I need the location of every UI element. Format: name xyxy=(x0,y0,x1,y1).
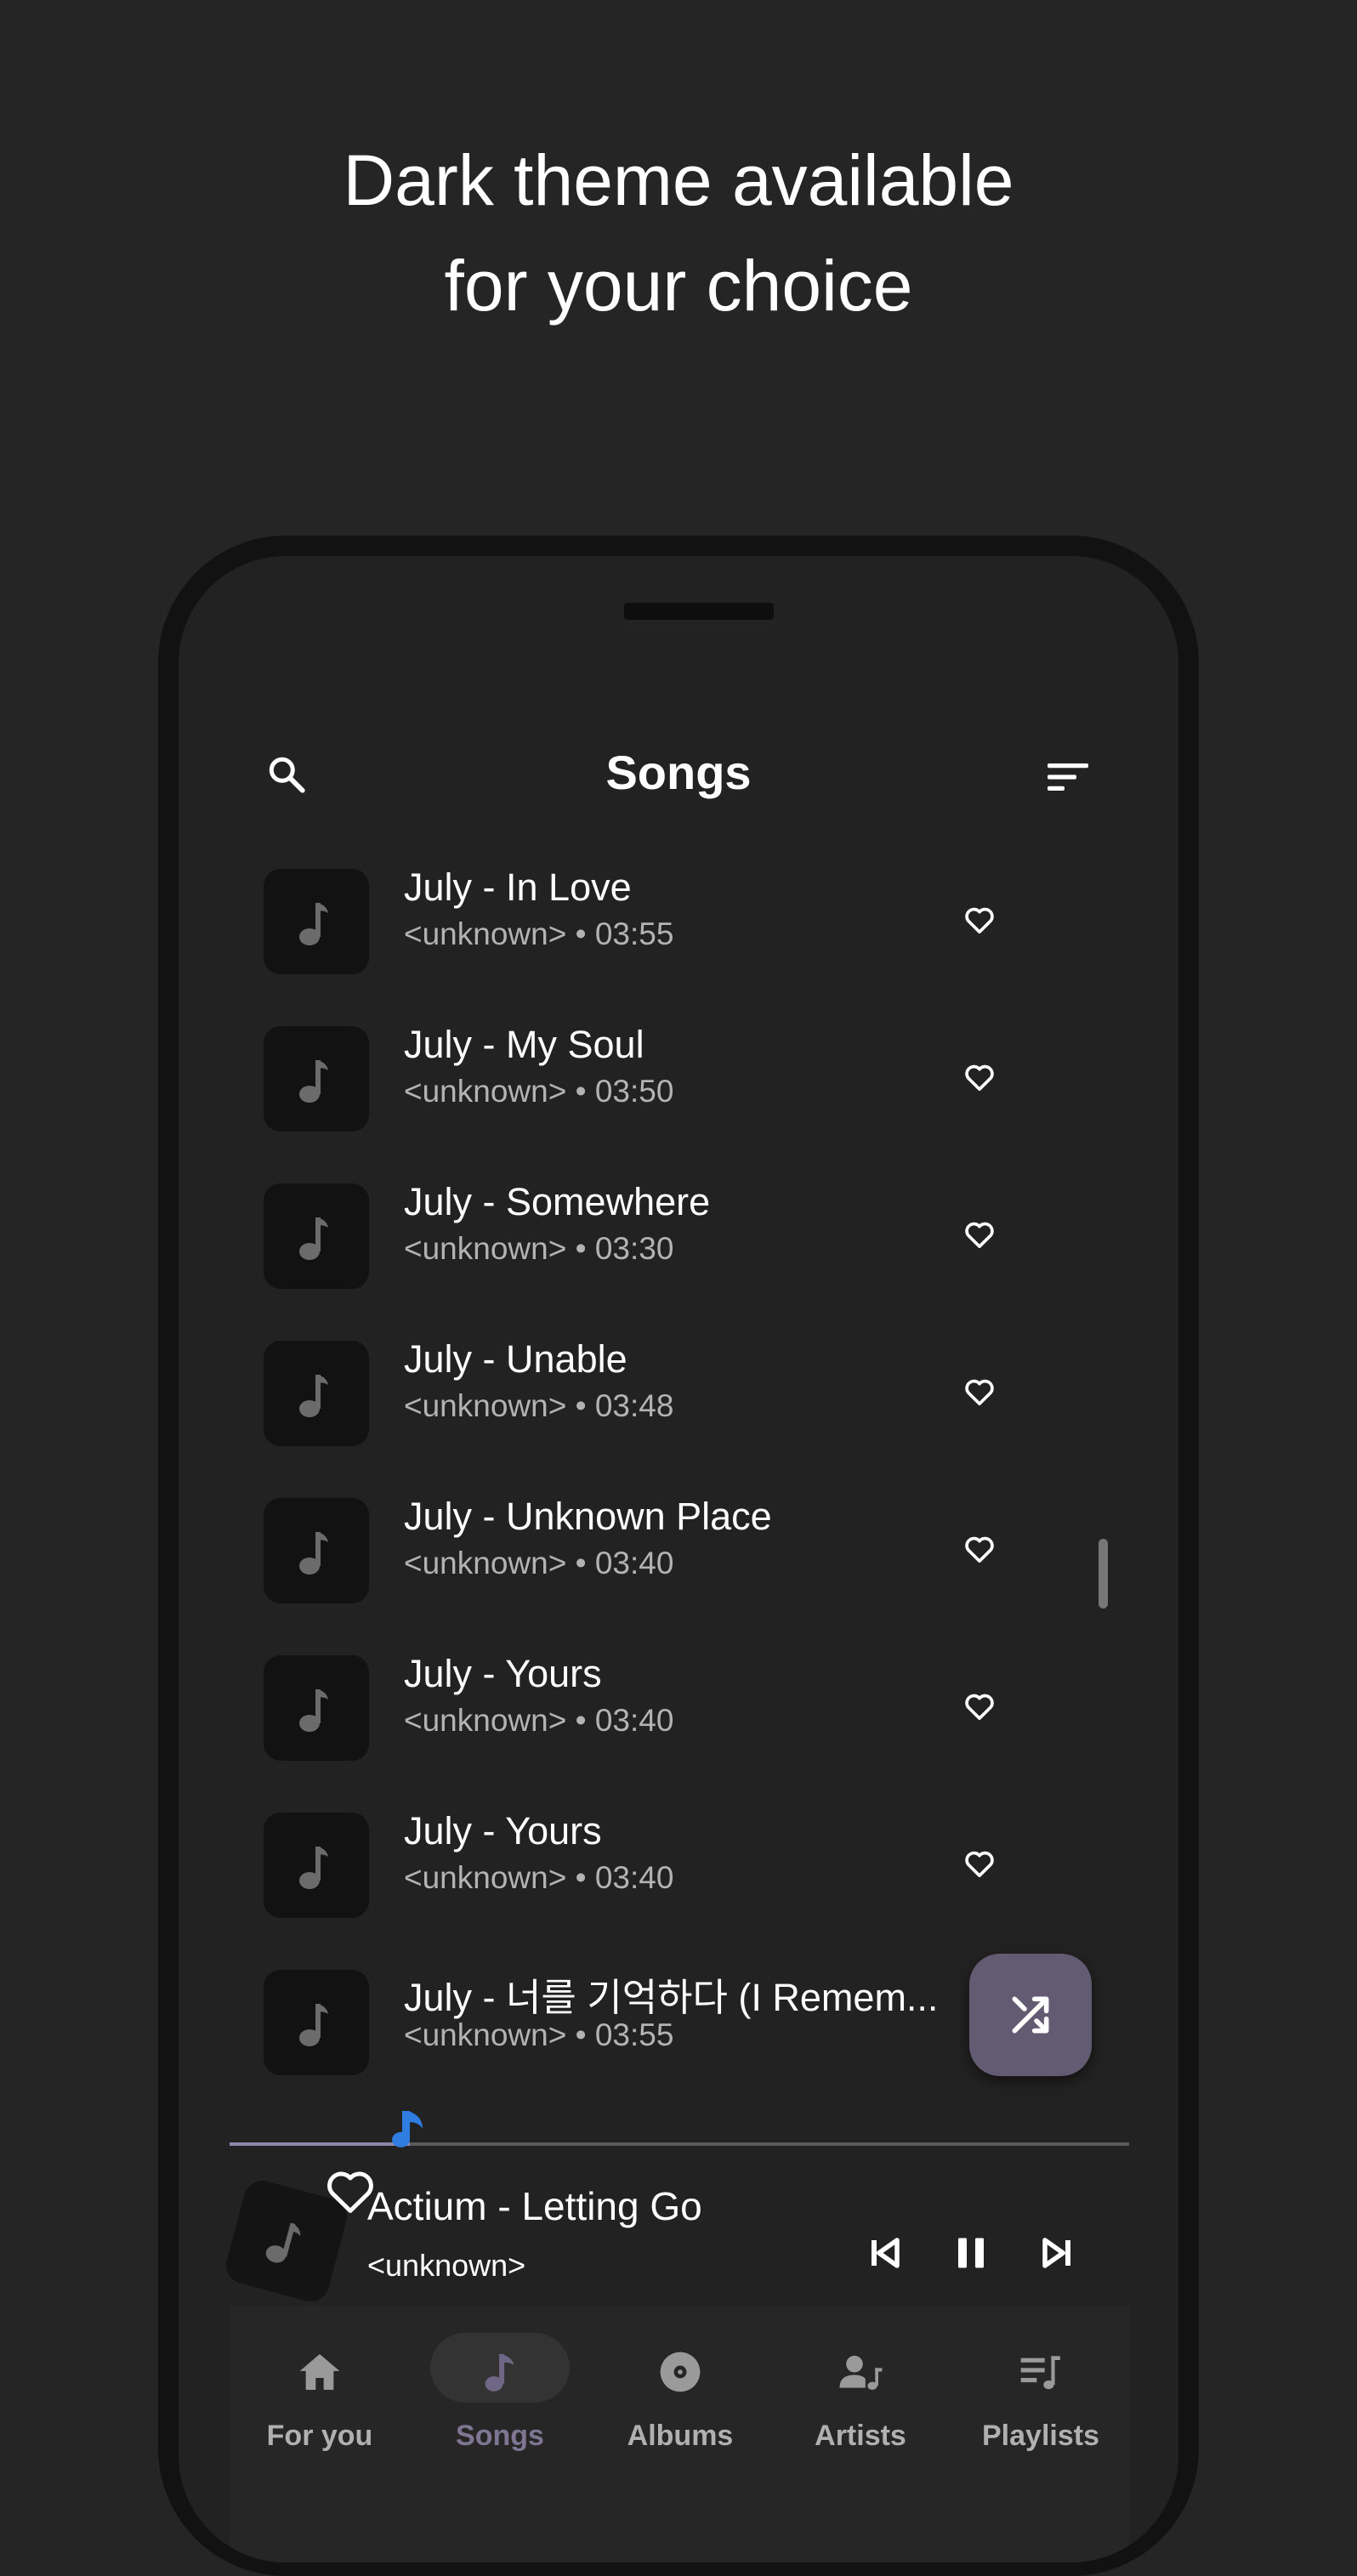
nav-label: Songs xyxy=(456,2420,544,2452)
song-row[interactable]: July - In Love <unknown> • 03:55 xyxy=(264,860,1105,979)
scrollbar-thumb[interactable] xyxy=(1099,1539,1108,1609)
song-meta: <unknown> • 03:40 xyxy=(404,1546,674,1580)
song-meta: <unknown> • 03:55 xyxy=(404,916,674,951)
nav-label: Albums xyxy=(627,2420,734,2452)
phone-screen: Songs July - In Love <unknown> • 03:55 J… xyxy=(179,556,1178,2562)
nav-label: Artists xyxy=(815,2420,906,2452)
progress-thumb-music-note-icon[interactable] xyxy=(391,2108,428,2159)
nav-item-songs[interactable]: Songs xyxy=(410,2306,590,2476)
favorite-heart-icon[interactable] xyxy=(962,903,996,937)
now-playing-artist: <unknown> xyxy=(367,2248,526,2283)
phone-frame: Songs July - In Love <unknown> • 03:55 J… xyxy=(158,536,1199,2576)
album-art xyxy=(264,1813,369,1918)
shuffle-icon xyxy=(1012,1996,1049,2034)
previous-button[interactable] xyxy=(859,2227,910,2278)
song-row[interactable]: July - Yours <unknown> • 03:40 xyxy=(264,1647,1105,1766)
song-title: July - In Love xyxy=(404,865,632,909)
next-button[interactable] xyxy=(1032,2227,1083,2278)
album-art xyxy=(264,1026,369,1132)
song-row[interactable]: July - My Soul <unknown> • 03:50 xyxy=(264,1018,1105,1137)
song-row[interactable]: July - Somewhere <unknown> • 03:30 xyxy=(264,1175,1105,1294)
playlist-icon xyxy=(1017,2348,1065,2396)
nav-label: For you xyxy=(266,2420,373,2452)
nav-label: Playlists xyxy=(982,2420,1099,2452)
album-art xyxy=(264,1655,369,1761)
song-title: July - Somewhere xyxy=(404,1180,711,1223)
headline-line-1: Dark theme available xyxy=(343,140,1014,220)
nav-item-for-you[interactable]: For you xyxy=(230,2306,410,2476)
song-title: July - Yours xyxy=(404,1809,602,1853)
song-row[interactable]: July - Unknown Place <unknown> • 03:40 xyxy=(264,1489,1105,1609)
page-title: Songs xyxy=(605,746,752,799)
album-art xyxy=(264,1498,369,1603)
song-meta: <unknown> • 03:50 xyxy=(404,1074,674,1109)
progress-fill xyxy=(230,2142,410,2146)
favorite-heart-icon[interactable] xyxy=(962,1217,996,1251)
skip-previous-icon xyxy=(872,2238,900,2268)
song-meta: <unknown> • 03:30 xyxy=(404,1231,674,1266)
favorite-heart-icon[interactable] xyxy=(962,1847,996,1881)
song-row[interactable]: July - Unable <unknown> • 03:48 xyxy=(264,1332,1105,1451)
home-icon xyxy=(296,2348,344,2396)
song-title: July - Unknown Place xyxy=(404,1495,772,1538)
favorite-heart-icon[interactable] xyxy=(962,1689,996,1723)
pause-button[interactable] xyxy=(945,2227,996,2278)
song-meta: <unknown> • 03:40 xyxy=(404,1860,674,1895)
album-art xyxy=(264,1341,369,1446)
headline-line-2: for your choice xyxy=(444,246,913,326)
skip-next-icon xyxy=(1042,2238,1070,2268)
nav-item-playlists[interactable]: Playlists xyxy=(951,2306,1131,2476)
shuffle-button[interactable] xyxy=(969,1954,1092,2076)
song-title: July - Unable xyxy=(404,1337,627,1381)
nav-item-albums[interactable]: Albums xyxy=(590,2306,770,2476)
favorite-heart-icon[interactable] xyxy=(962,1375,996,1409)
phone-speaker xyxy=(624,603,774,620)
song-title: July - Yours xyxy=(404,1652,602,1695)
headline: Dark theme available for your choice xyxy=(0,128,1357,338)
now-playing-title: Actium - Letting Go xyxy=(367,2184,702,2228)
music-note-icon xyxy=(476,2348,524,2396)
song-title: July - 너를 기억하다 (I Remem... xyxy=(404,1976,939,2019)
album-art xyxy=(264,1183,369,1289)
song-meta: <unknown> • 03:40 xyxy=(404,1703,674,1738)
song-title: July - My Soul xyxy=(404,1023,644,1066)
song-meta: <unknown> • 03:48 xyxy=(404,1388,674,1423)
sort-icon[interactable] xyxy=(1046,760,1092,794)
favorite-heart-icon[interactable] xyxy=(962,1060,996,1094)
album-icon xyxy=(656,2348,704,2396)
nav-item-artists[interactable]: Artists xyxy=(770,2306,951,2476)
song-meta: <unknown> • 03:55 xyxy=(404,2017,674,2052)
artist-icon xyxy=(837,2348,884,2396)
song-row[interactable]: July - Yours <unknown> • 03:40 xyxy=(264,1804,1105,1923)
favorite-heart-icon[interactable] xyxy=(962,1532,996,1566)
album-art xyxy=(264,869,369,974)
pause-icon xyxy=(958,2238,984,2268)
album-art xyxy=(264,1970,369,2075)
bottom-navigation: For you Songs Albums Artists Playlists xyxy=(230,2306,1129,2562)
playback-progress[interactable] xyxy=(230,2142,1129,2146)
music-note-icon xyxy=(265,2222,301,2263)
